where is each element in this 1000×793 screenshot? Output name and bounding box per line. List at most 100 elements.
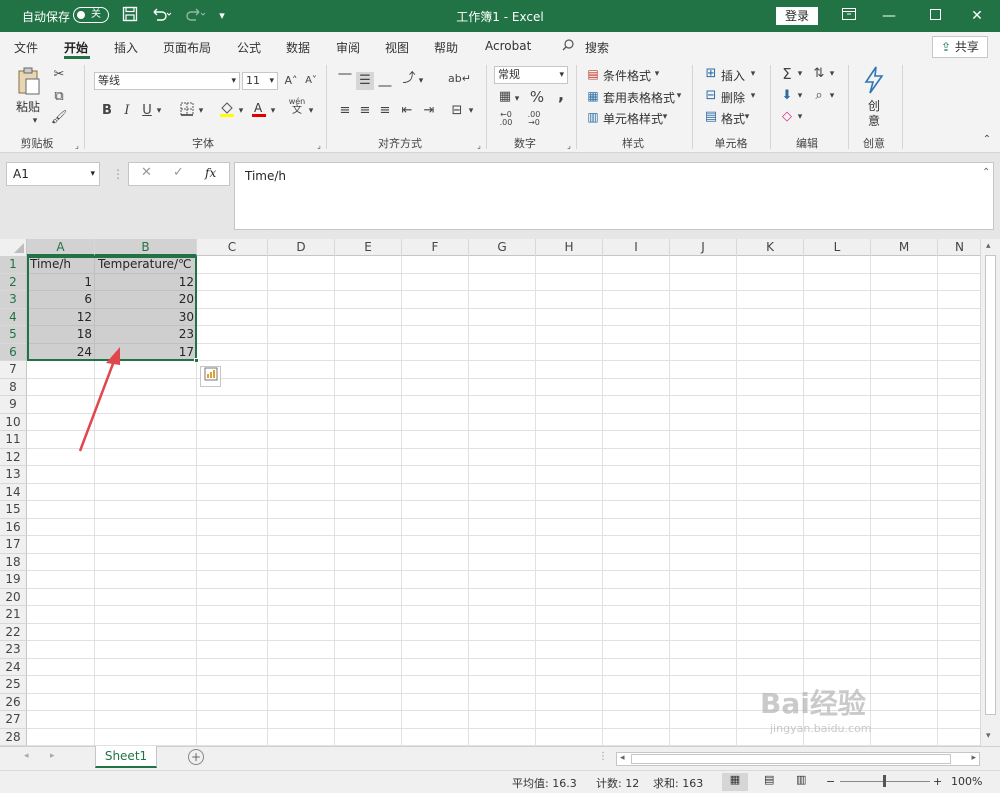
row-header-15[interactable]: 15 <box>0 501 27 519</box>
column-header-e[interactable]: E <box>335 239 402 256</box>
format-dropdown-icon[interactable]: ▾ <box>742 108 752 126</box>
add-sheet-icon[interactable]: + <box>188 749 204 765</box>
delete-dropdown-icon[interactable]: ▾ <box>748 87 758 105</box>
column-header-k[interactable]: K <box>737 239 804 256</box>
fill-color-icon[interactable] <box>218 100 236 118</box>
horizontal-scrollbar[interactable]: ◂ ▸ <box>616 752 980 766</box>
decrease-decimal-icon[interactable]: .00 →0 <box>524 111 544 129</box>
number-format-select[interactable]: 常规 ▾ <box>494 66 568 84</box>
tab-data[interactable]: 数据 <box>286 39 310 56</box>
row-header-7[interactable]: 7 <box>0 361 27 379</box>
row-header-21[interactable]: 21 <box>0 606 27 624</box>
cell-styles-label[interactable]: 单元格样式 <box>603 110 663 127</box>
delete-cells-icon[interactable]: ⊟ <box>702 87 720 105</box>
row-header-5[interactable]: 5 <box>0 326 27 344</box>
quick-analysis-icon[interactable] <box>200 366 221 387</box>
sort-dropdown-icon[interactable]: ▾ <box>827 65 837 83</box>
redo-icon[interactable] <box>182 6 210 26</box>
normal-view-icon[interactable]: ▦ <box>722 773 748 791</box>
zoom-in-icon[interactable]: + <box>933 775 942 788</box>
copy-icon[interactable]: ⧉ <box>50 88 68 106</box>
column-header-h[interactable]: H <box>536 239 603 256</box>
select-all-corner[interactable] <box>0 239 27 256</box>
tab-review[interactable]: 审阅 <box>336 39 360 56</box>
bottom-align-icon[interactable]: ⎽ <box>376 72 394 90</box>
row-header-24[interactable]: 24 <box>0 658 27 676</box>
row-header-10[interactable]: 10 <box>0 413 27 431</box>
maximize-icon[interactable] <box>912 0 958 32</box>
decrease-font-icon[interactable]: A˅ <box>302 72 320 90</box>
increase-indent-icon[interactable]: ⇥ <box>420 102 438 120</box>
column-header-j[interactable]: J <box>670 239 737 256</box>
cell-b4[interactable]: 30 <box>95 309 197 326</box>
cell-b2[interactable]: 12 <box>95 274 197 291</box>
align-left-icon[interactable]: ≡ <box>336 102 354 120</box>
merge-center-icon[interactable]: ⊟ <box>448 102 466 120</box>
row-header-2[interactable]: 2 <box>0 273 27 291</box>
column-header-n[interactable]: N <box>938 239 982 256</box>
enter-icon[interactable]: ✓ <box>173 165 184 180</box>
scroll-left-icon[interactable]: ◂ <box>620 753 625 763</box>
row-header-3[interactable]: 3 <box>0 291 27 309</box>
column-header-d[interactable]: D <box>268 239 335 256</box>
accounting-dropdown-icon[interactable]: ▾ <box>512 90 522 108</box>
row-header-8[interactable]: 8 <box>0 378 27 396</box>
paste-dropdown-icon[interactable]: ▾ <box>26 112 44 130</box>
search-icon[interactable] <box>562 39 574 54</box>
scroll-thumb[interactable] <box>985 255 996 715</box>
column-header-f[interactable]: F <box>402 239 469 256</box>
minimize-icon[interactable]: — <box>866 0 912 32</box>
row-header-16[interactable]: 16 <box>0 518 27 536</box>
format-painter-icon[interactable]: 🖌 <box>50 109 68 127</box>
vertical-scrollbar[interactable]: ▴ ▾ <box>980 239 1000 746</box>
hscroll-thumb[interactable] <box>631 754 951 764</box>
row-header-17[interactable]: 17 <box>0 536 27 554</box>
format-cells-icon[interactable]: ▤ <box>702 108 720 126</box>
font-color-dropdown-icon[interactable]: ▾ <box>268 102 278 120</box>
align-right-icon[interactable]: ≡ <box>376 102 394 120</box>
undo-icon[interactable] <box>148 6 176 26</box>
autosum-icon[interactable]: Σ <box>778 65 796 83</box>
row-header-12[interactable]: 12 <box>0 448 27 466</box>
row-header-26[interactable]: 26 <box>0 693 27 711</box>
phonetic-dropdown-icon[interactable]: ▾ <box>306 102 316 120</box>
collapse-ribbon-icon[interactable]: ⌃ <box>978 131 996 149</box>
name-box[interactable]: A1 ▾ <box>6 162 100 186</box>
conditional-format-dropdown-icon[interactable]: ▾ <box>652 65 662 83</box>
increase-decimal-icon[interactable]: ←0.00 <box>496 111 516 129</box>
tab-help[interactable]: 帮助 <box>434 39 458 56</box>
cell-a2[interactable]: 1 <box>27 274 95 291</box>
zoom-level[interactable]: 100% <box>951 775 982 788</box>
save-icon[interactable] <box>120 6 140 26</box>
cell-b3[interactable]: 20 <box>95 291 197 308</box>
row-header-20[interactable]: 20 <box>0 588 27 606</box>
wrap-text-icon[interactable]: ab↵ <box>448 70 471 88</box>
prev-sheet-icon[interactable]: ◂ <box>24 751 29 761</box>
percent-style-icon[interactable]: % <box>528 88 546 106</box>
bold-button[interactable]: B <box>98 102 116 120</box>
sheet-tab[interactable]: Sheet1 <box>95 746 157 768</box>
paste-icon[interactable] <box>16 67 42 95</box>
column-header-c[interactable]: C <box>197 239 268 256</box>
table-format-label[interactable]: 套用表格格式 <box>603 89 675 106</box>
conditional-format-label[interactable]: 条件格式 <box>603 67 651 84</box>
top-align-icon[interactable]: ⎺ <box>336 72 354 90</box>
login-button[interactable]: 登录 <box>776 7 818 25</box>
next-sheet-icon[interactable]: ▸ <box>50 751 55 761</box>
insert-cells-icon[interactable]: ⊞ <box>702 65 720 83</box>
comma-style-icon[interactable]: , <box>552 86 570 104</box>
column-header-m[interactable]: M <box>871 239 938 256</box>
tab-insert[interactable]: 插入 <box>114 39 138 56</box>
autosum-dropdown-icon[interactable]: ▾ <box>795 65 805 83</box>
increase-font-icon[interactable]: A˄ <box>282 72 300 90</box>
zoom-slider-thumb[interactable] <box>883 775 886 787</box>
ideas-label-bottom[interactable]: 意 <box>868 112 880 129</box>
font-name-select[interactable]: 等线 ▾ <box>94 72 240 90</box>
column-header-i[interactable]: I <box>603 239 670 256</box>
tab-view[interactable]: 视图 <box>385 39 409 56</box>
font-size-select[interactable]: 11 ▾ <box>242 72 278 90</box>
scroll-right-icon[interactable]: ▸ <box>971 753 976 763</box>
column-header-l[interactable]: L <box>804 239 871 256</box>
font-color-icon[interactable]: A <box>250 100 268 118</box>
phonetic-icon[interactable]: wén 文 <box>288 97 306 121</box>
